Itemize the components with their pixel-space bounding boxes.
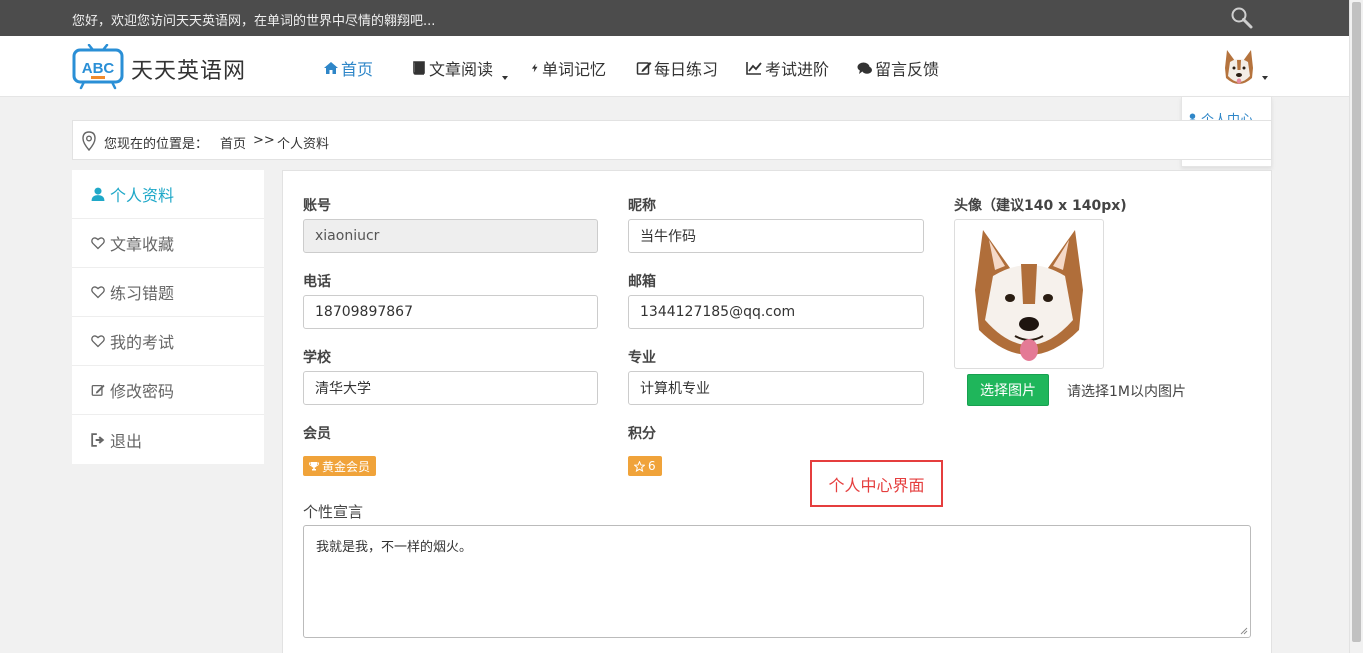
annotation-label: 个人中心界面	[810, 460, 943, 507]
edit-icon	[91, 384, 105, 396]
top-bar: 您好，欢迎您访问天天英语网，在单词的世界中尽情的翱翔吧...	[0, 0, 1349, 36]
bolt-icon	[531, 63, 538, 73]
points-badge-text: 6	[648, 459, 656, 473]
breadcrumb-current: 个人资料	[277, 137, 330, 152]
breadcrumb-separator: >>	[253, 133, 275, 148]
nav-item-label: 每日练习	[654, 60, 719, 79]
sidebar-item-logout[interactable]: 退出	[72, 415, 264, 464]
user-icon	[91, 187, 105, 201]
sidebar-item-label: 个人资料	[110, 186, 175, 205]
search-icon[interactable]	[1230, 6, 1254, 30]
nickname-field[interactable]: 当牛作码	[628, 219, 924, 253]
member-badge-text: 黄金会员	[322, 459, 371, 474]
sidebar: 个人资料 文章收藏 练习错题 我的考试 修改密码 退出	[72, 170, 264, 464]
sidebar-item-label: 退出	[110, 431, 143, 451]
nav-item-label: 首页	[341, 60, 374, 79]
nav-item-feedback[interactable]: 留言反馈	[857, 56, 939, 80]
choose-image-button[interactable]: 选择图片	[967, 374, 1049, 406]
breadcrumb-home-link[interactable]: 首页	[220, 133, 246, 152]
member-label: 会员	[303, 426, 331, 442]
trophy-icon	[309, 462, 319, 471]
brand-name[interactable]: 天天英语网	[131, 53, 246, 85]
chart-line-icon	[746, 62, 762, 75]
account-field: xiaoniucr	[303, 219, 598, 253]
nav-item-home[interactable]: 首页	[323, 56, 373, 80]
points-badge: 6	[628, 456, 662, 476]
profile-panel: 账号 xiaoniucr 昵称 当牛作码 电话 18709897867 邮箱 1…	[282, 170, 1272, 653]
school-label: 学校	[303, 350, 331, 366]
scrollbar-thumb[interactable]	[1352, 2, 1361, 642]
dog-avatar-image	[975, 230, 1083, 361]
phone-label: 电话	[303, 274, 331, 290]
motto-text: 我就是我，不一样的烟火。	[316, 540, 473, 555]
sidebar-item-exams[interactable]: 我的考试	[72, 317, 264, 366]
nav-item-practice[interactable]: 每日练习	[636, 56, 718, 80]
points-label: 积分	[628, 426, 656, 442]
breadcrumb-label: 您现在的位置是：	[104, 137, 209, 152]
sidebar-item-label: 文章收藏	[110, 235, 175, 254]
logo-icon[interactable]: ABC	[72, 44, 124, 90]
home-icon	[324, 62, 338, 74]
chevron-down-icon[interactable]	[502, 76, 508, 80]
sign-out-icon	[91, 432, 105, 447]
nav-item-label: 留言反馈	[875, 60, 940, 79]
sidebar-item-label: 我的考试	[110, 333, 175, 352]
heart-icon	[91, 286, 105, 299]
account-label: 账号	[303, 198, 331, 214]
comments-icon	[857, 62, 872, 74]
nav-item-exam[interactable]: 考试进阶	[745, 56, 829, 80]
sidebar-item-favorites[interactable]: 文章收藏	[72, 219, 264, 268]
heart-icon	[91, 335, 105, 348]
nav-item-label: 考试进阶	[765, 60, 830, 79]
sidebar-item-label: 修改密码	[110, 382, 175, 401]
upload-hint: 请选择1M以内图片	[1067, 384, 1186, 400]
nav-item-reading[interactable]: 文章阅读	[411, 56, 493, 80]
motto-textarea[interactable]: 我就是我，不一样的烟火。	[303, 525, 1251, 638]
sidebar-item-profile[interactable]: 个人资料	[72, 170, 264, 219]
logo-text: ABC	[82, 60, 115, 77]
location-pin-icon	[82, 131, 96, 151]
welcome-text: 您好，欢迎您访问天天英语网，在单词的世界中尽情的翱翔吧...	[72, 14, 436, 29]
sidebar-item-label: 练习错题	[110, 284, 175, 303]
user-avatar[interactable]	[1220, 48, 1258, 88]
star-icon	[634, 460, 645, 472]
book-icon	[413, 61, 425, 75]
sidebar-item-password[interactable]: 修改密码	[72, 366, 264, 415]
major-field[interactable]: 计算机专业	[628, 371, 924, 405]
school-field[interactable]: 清华大学	[303, 371, 598, 405]
major-label: 专业	[628, 350, 656, 366]
breadcrumb: 您现在的位置是： 首页 >> 个人资料	[72, 120, 1272, 160]
navbar: ABC 天天英语网 首页 文章阅读 单词记忆 每日练习 考试进阶 留言反馈	[0, 36, 1349, 97]
vertical-scrollbar[interactable]	[1349, 0, 1363, 653]
phone-field[interactable]: 18709897867	[303, 295, 598, 329]
avatar-label: 头像（建议140 x 140px)	[954, 198, 1127, 214]
motto-label: 个性宣言	[303, 503, 364, 521]
nav-item-label: 单词记忆	[542, 60, 607, 79]
heart-icon	[91, 237, 105, 250]
resize-handle-icon[interactable]	[1240, 627, 1248, 635]
avatar-preview	[954, 219, 1104, 369]
email-label: 邮箱	[628, 274, 656, 290]
chevron-down-icon[interactable]	[1262, 76, 1268, 80]
email-field[interactable]: 1344127185@qq.com	[628, 295, 924, 329]
sidebar-item-mistakes[interactable]: 练习错题	[72, 268, 264, 317]
edit-icon	[636, 62, 652, 75]
nickname-label: 昵称	[628, 198, 656, 214]
nav-item-label: 文章阅读	[429, 60, 494, 79]
nav-item-words[interactable]: 单词记忆	[530, 56, 606, 80]
member-badge: 黄金会员	[303, 456, 377, 476]
